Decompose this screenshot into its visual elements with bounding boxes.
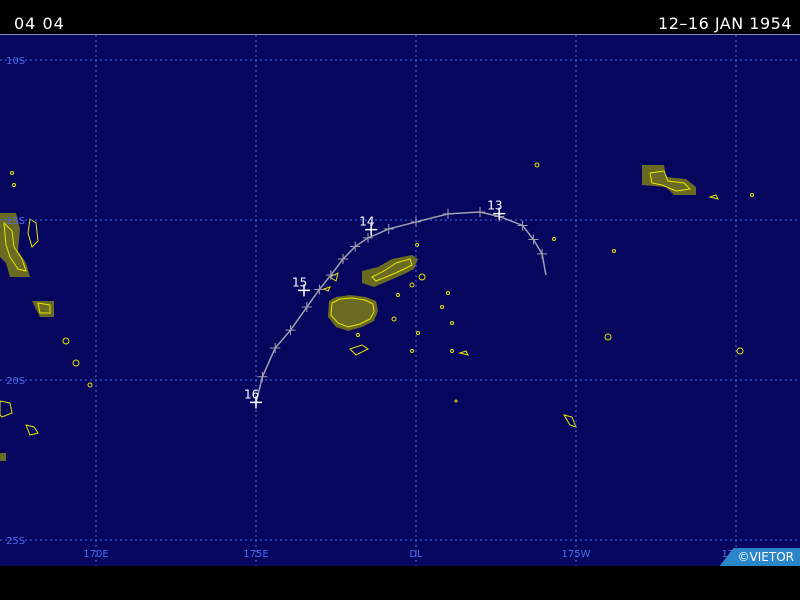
lon-label: 170E: [83, 549, 108, 560]
lat-label: 25S: [6, 536, 25, 547]
map-code: 04 04: [14, 14, 65, 33]
land-vanua-levu: [362, 255, 418, 287]
lat-label: 20S: [6, 376, 25, 387]
bottom-bar: [0, 566, 800, 600]
land-vanuatu: [0, 213, 54, 461]
land-small-islands: [10, 162, 754, 436]
lat-label: 10S: [6, 56, 25, 67]
date-range: 12–16 JAN 1954: [658, 14, 792, 33]
credit-badge: ©VIETOR: [719, 548, 800, 566]
storm-track: [251, 207, 548, 408]
day-label: 14: [359, 215, 374, 229]
lon-label: 175W: [562, 549, 591, 560]
graticule: [0, 35, 800, 567]
track-point-marker: [383, 223, 394, 234]
track-point-marker: [475, 207, 485, 217]
land-viti-levu: [328, 295, 378, 331]
track-point-marker: [301, 302, 312, 313]
land-samoa: [642, 165, 696, 195]
day-label: 15: [292, 275, 307, 289]
track-line: [255, 211, 547, 403]
day-label: 13: [487, 199, 502, 213]
latitude-labels: 10S 15S 20S 25S: [6, 56, 25, 547]
track-point-marker: [443, 208, 453, 219]
map-canvas: 10S15S20S25S 170E175EDL175W170W 13141516: [0, 35, 800, 567]
land-layer: [0, 162, 754, 461]
track-point-marker: [537, 248, 548, 259]
track-point-marker: [411, 216, 421, 227]
lon-label: 175E: [243, 549, 268, 560]
lat-label: 15S: [6, 216, 25, 227]
track-map: 10S15S20S25S 170E175EDL175W170W 13141516: [0, 34, 800, 567]
lon-label: DL: [409, 549, 423, 560]
top-bar: 04 04 12–16 JAN 1954: [0, 0, 800, 34]
day-label: 16: [244, 387, 259, 401]
longitude-labels: 170E175EDL175W170W: [83, 549, 750, 560]
